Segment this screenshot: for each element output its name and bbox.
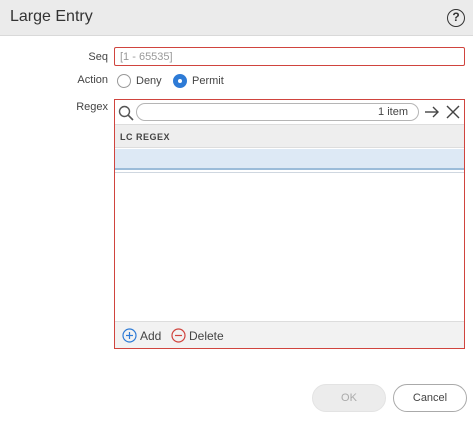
dialog-title: Large Entry	[10, 8, 93, 25]
help-icon[interactable]: ?	[447, 9, 465, 27]
item-count: 1 item	[378, 106, 408, 118]
add-label: Add	[140, 328, 162, 343]
action-option-label: Deny	[136, 75, 162, 87]
radio-unchecked-icon	[117, 74, 131, 88]
grid-footer: Add Delete	[115, 321, 464, 348]
action-radio-deny[interactable]: Deny	[117, 74, 162, 88]
delete-label: Delete	[189, 328, 224, 343]
arrow-right-icon[interactable]	[424, 104, 440, 120]
row-divider	[115, 172, 464, 173]
action-option-label: Permit	[192, 75, 224, 87]
seq-input[interactable]	[114, 47, 465, 66]
radio-checked-icon	[173, 74, 187, 88]
search-icon	[118, 105, 134, 121]
add-button[interactable]: Add	[122, 328, 161, 343]
table-row[interactable]	[115, 149, 464, 170]
action-label: Action	[77, 74, 108, 86]
column-header-lc-regex[interactable]: LC REGEX	[115, 124, 464, 148]
clear-filter-icon[interactable]	[446, 105, 460, 119]
seq-label: Seq	[88, 51, 108, 63]
regex-filter-input[interactable]: 1 item	[136, 103, 419, 121]
regex-label: Regex	[76, 101, 108, 113]
regex-grid: 1 item LC REGEX Add Delete	[114, 99, 465, 349]
minus-circle-icon	[171, 328, 186, 343]
action-radio-permit[interactable]: Permit	[173, 74, 224, 88]
dialog-header: Large Entry ?	[0, 0, 473, 36]
ok-button[interactable]: OK	[312, 384, 386, 412]
delete-button[interactable]: Delete	[171, 328, 224, 343]
cancel-button[interactable]: Cancel	[393, 384, 467, 412]
plus-circle-icon	[122, 328, 137, 343]
